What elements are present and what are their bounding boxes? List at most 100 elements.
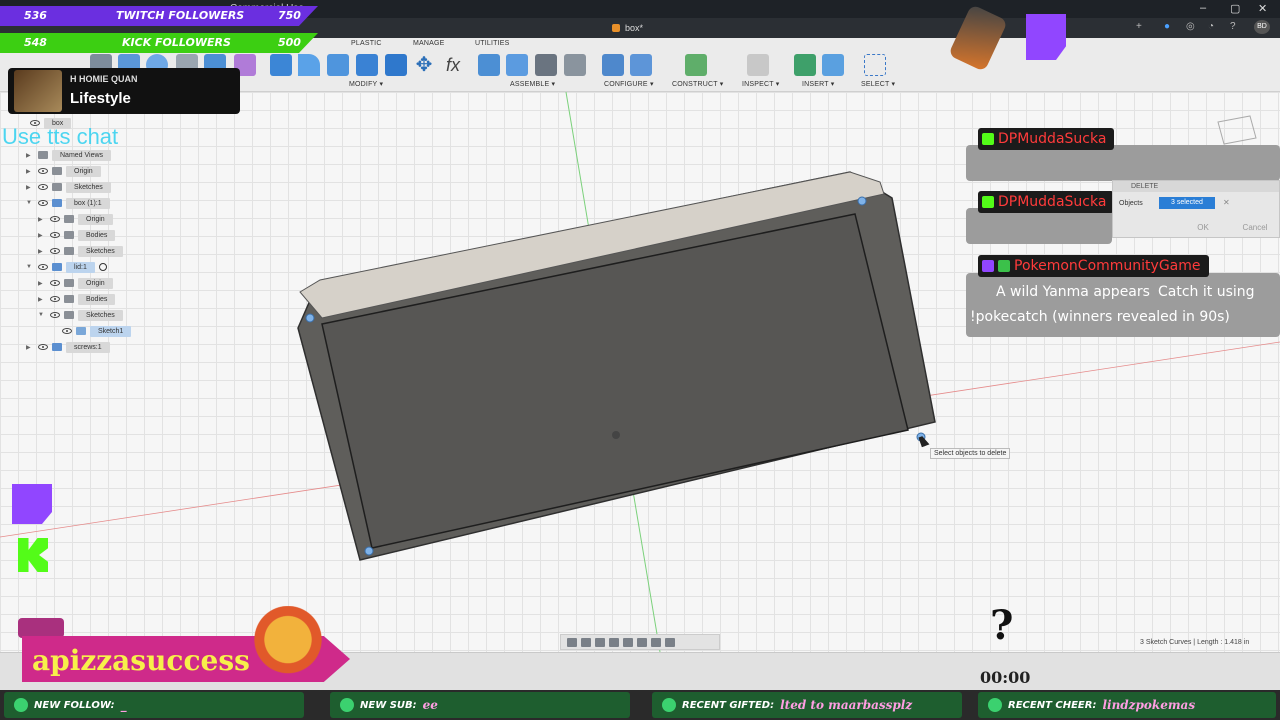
- folder-icon: [64, 295, 74, 303]
- construct-menu[interactable]: CONSTRUCT ▾: [672, 80, 723, 88]
- chat-message-text: !pokecatch (winners revealed in 90s): [970, 309, 1230, 325]
- press-pull-icon[interactable]: [270, 54, 292, 76]
- ok-button[interactable]: OK: [1193, 221, 1213, 234]
- select-menu[interactable]: SELECT ▾: [861, 80, 895, 88]
- new-tab-icon[interactable]: +: [1136, 21, 1142, 32]
- as-built-joint-icon[interactable]: [535, 54, 557, 76]
- offset-plane-icon[interactable]: [685, 54, 707, 76]
- tree-item[interactable]: ▶ Origin: [26, 164, 101, 178]
- visibility-icon[interactable]: [38, 200, 48, 206]
- chat-username: DPMuddaSucka: [978, 128, 1115, 150]
- fillet-icon[interactable]: [298, 54, 320, 76]
- orbit-icon[interactable]: [567, 637, 577, 647]
- visibility-icon[interactable]: [50, 216, 60, 222]
- display-settings-icon[interactable]: [637, 637, 647, 647]
- cancel-button[interactable]: Cancel: [1235, 221, 1275, 234]
- modify-menu[interactable]: MODIFY ▾: [349, 80, 383, 88]
- inspect-menu[interactable]: INSPECT ▾: [742, 80, 779, 88]
- expand-icon[interactable]: ▶: [38, 280, 46, 287]
- move-icon[interactable]: ✥: [413, 54, 435, 76]
- fit-icon[interactable]: [623, 637, 633, 647]
- visibility-icon[interactable]: [50, 312, 60, 318]
- job-status-icon[interactable]: ●: [1164, 21, 1170, 32]
- tree-item[interactable]: ▶ Origin: [38, 212, 113, 226]
- tree-item[interactable]: ▶ Named Views: [26, 148, 112, 162]
- visibility-icon[interactable]: [62, 328, 72, 334]
- tree-item[interactable]: ▶ screws:1: [26, 340, 110, 354]
- maximize-button[interactable]: ▢: [1230, 2, 1240, 15]
- objects-selection[interactable]: 3 selected: [1159, 197, 1215, 209]
- visibility-icon[interactable]: [50, 248, 60, 254]
- tree-label: Bodies: [78, 229, 116, 241]
- visibility-icon[interactable]: [38, 184, 48, 190]
- expand-icon[interactable]: ▶: [26, 168, 34, 175]
- expand-icon[interactable]: ▶: [38, 232, 46, 239]
- tree-item[interactable]: ▼ Sketches: [38, 308, 123, 322]
- document-tab[interactable]: box*: [600, 20, 655, 36]
- chat-username: PokemonCommunityGame: [978, 255, 1209, 277]
- configuration-table-icon[interactable]: [630, 54, 652, 76]
- shell-icon[interactable]: [327, 54, 349, 76]
- tree-item[interactable]: ▶ Sketches: [26, 180, 111, 194]
- expand-icon[interactable]: ▶: [38, 248, 46, 255]
- visibility-icon[interactable]: [38, 344, 48, 350]
- notifications-icon[interactable]: ◔: [1208, 21, 1214, 32]
- pan-icon[interactable]: [595, 637, 605, 647]
- configure-icon[interactable]: [602, 54, 624, 76]
- insert-canvas-icon[interactable]: [822, 54, 844, 76]
- expand-icon[interactable]: ▶: [38, 216, 46, 223]
- tree-item[interactable]: ▼ box (1):1: [26, 196, 110, 210]
- configure-menu[interactable]: CONFIGURE ▾: [604, 80, 654, 88]
- visibility-icon[interactable]: [38, 264, 48, 270]
- close-window-button[interactable]: ✕: [1258, 2, 1267, 15]
- visibility-icon[interactable]: [50, 232, 60, 238]
- tab-utilities[interactable]: UTILITIES: [475, 40, 509, 47]
- expand-icon[interactable]: ▶: [26, 184, 34, 191]
- tree-item[interactable]: ▶ Origin: [38, 276, 113, 290]
- viewports-icon[interactable]: [665, 637, 675, 647]
- sketch-icon: [76, 327, 86, 335]
- tree-item[interactable]: ▶ Bodies: [38, 228, 116, 242]
- expand-icon[interactable]: ▶: [38, 296, 46, 303]
- parameters-icon[interactable]: fx: [442, 54, 464, 76]
- collapse-icon[interactable]: ▼: [26, 264, 34, 270]
- joint-icon[interactable]: [506, 54, 528, 76]
- look-at-icon[interactable]: [581, 637, 591, 647]
- origin-point: [612, 431, 620, 439]
- insert-menu[interactable]: INSERT ▾: [802, 80, 834, 88]
- grid-settings-icon[interactable]: [651, 637, 661, 647]
- tab-manage[interactable]: MANAGE: [413, 40, 445, 47]
- zoom-icon[interactable]: [609, 637, 619, 647]
- insert-derive-icon[interactable]: [794, 54, 816, 76]
- measure-icon[interactable]: [747, 54, 769, 76]
- combine-icon[interactable]: [356, 54, 378, 76]
- extensions-icon[interactable]: ◎: [1186, 21, 1195, 32]
- help-icon[interactable]: ?: [1230, 21, 1236, 32]
- activate-icon[interactable]: [98, 263, 107, 271]
- tree-item[interactable]: ▶ Bodies: [38, 292, 116, 306]
- select-icon[interactable]: [864, 54, 886, 76]
- visibility-icon[interactable]: [50, 296, 60, 302]
- pizza-mascot-icon: [222, 606, 332, 690]
- visibility-icon[interactable]: [50, 280, 60, 286]
- clear-selection-icon[interactable]: ✕: [1223, 198, 1230, 207]
- tab-plastic[interactable]: PLASTIC: [351, 40, 382, 47]
- collapse-icon[interactable]: ▼: [38, 312, 46, 318]
- user-avatar[interactable]: BD: [1254, 20, 1270, 34]
- tree-item-sketch[interactable]: Sketch1: [62, 324, 132, 338]
- new-component-icon[interactable]: [478, 54, 500, 76]
- tree-item[interactable]: ▼ lid:1: [26, 260, 107, 274]
- kick-followers-current: 548: [24, 36, 47, 49]
- expand-icon[interactable]: ▶: [26, 152, 34, 159]
- collapse-icon[interactable]: ▼: [26, 200, 34, 206]
- streamer-avatar: [14, 70, 62, 112]
- corner-hole: [305, 313, 315, 323]
- expand-icon[interactable]: ▶: [26, 344, 34, 351]
- assembly-table-icon[interactable]: [564, 54, 586, 76]
- assemble-menu[interactable]: ASSEMBLE ▾: [510, 80, 555, 88]
- visibility-icon[interactable]: [38, 168, 48, 174]
- minimize-button[interactable]: –: [1200, 2, 1206, 14]
- split-body-icon[interactable]: [385, 54, 407, 76]
- tree-item[interactable]: ▶ Sketches: [38, 244, 123, 258]
- banner-scroll: [18, 618, 64, 638]
